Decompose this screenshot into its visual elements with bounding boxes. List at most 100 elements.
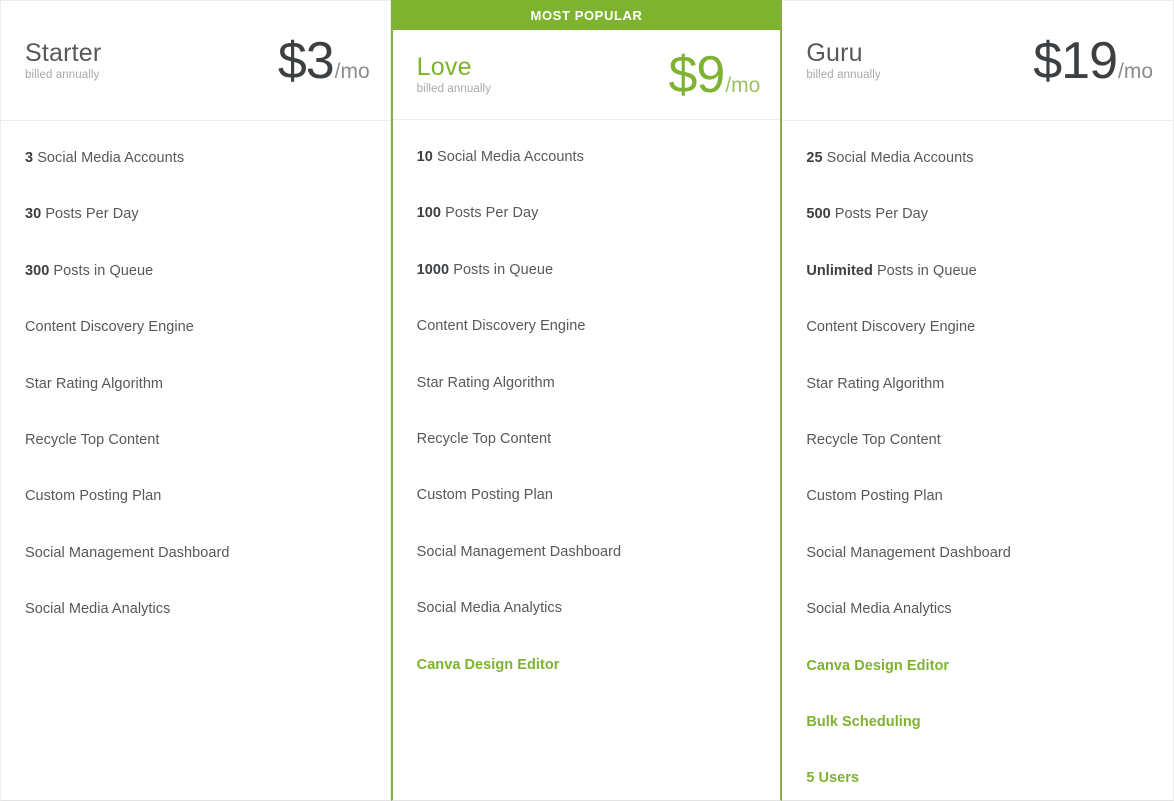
plan-column-starter: Starter billed annually $3/mo 3 Social Medi… xyxy=(0,0,391,801)
feature-item: Star Rating Algorithm xyxy=(417,369,757,398)
feature-item: Social Management Dashboard xyxy=(25,539,366,568)
feature-item: Social Management Dashboard xyxy=(417,538,757,567)
plan-identity: Guru billed annually xyxy=(806,38,881,82)
plan-price-amount: $3 xyxy=(277,31,335,90)
feature-item: 25 Social Media Accounts xyxy=(806,144,1149,173)
feature-item: Social Media Analytics xyxy=(25,595,366,624)
plan-price: $9/mo xyxy=(668,49,760,101)
plan-price: $19/mo xyxy=(1033,35,1153,87)
feature-label: Star Rating Algorithm xyxy=(416,374,555,391)
feature-item: 3 Social Media Accounts xyxy=(25,144,366,173)
feature-list: 25 Social Media Accounts 500 Posts Per Da… xyxy=(782,121,1173,800)
feature-label: Posts in Queue xyxy=(449,261,554,278)
feature-label: Star Rating Algorithm xyxy=(806,375,945,392)
feature-label: Canva Design Editor xyxy=(806,657,950,674)
feature-label: 5 Users xyxy=(806,770,860,787)
feature-item: 30 Posts Per Day xyxy=(25,200,366,229)
feature-item: Recycle Top Content xyxy=(25,426,366,455)
feature-item: Social Media Analytics xyxy=(417,594,757,623)
feature-label: Custom Posting Plan xyxy=(416,487,554,504)
feature-item: Custom Posting Plan xyxy=(806,482,1149,511)
feature-quantity: 1000 xyxy=(416,261,450,278)
feature-item: 500 Posts Per Day xyxy=(806,200,1149,229)
feature-item: Star Rating Algorithm xyxy=(806,370,1149,399)
feature-list: 3 Social Media Accounts 30 Posts Per Day 3… xyxy=(1,121,390,800)
feature-label: Content Discovery Engine xyxy=(25,319,194,336)
feature-item: Social Media Analytics xyxy=(806,595,1149,624)
plan-price-amount: $19 xyxy=(1033,31,1118,90)
feature-item: Canva Design Editor xyxy=(417,651,757,680)
plan-price: $3/mo xyxy=(278,35,370,87)
plan-price-period: /mo xyxy=(725,73,761,97)
feature-item: Star Rating Algorithm xyxy=(25,370,366,399)
pricing-table: Starter billed annually $3/mo 3 Social Medi… xyxy=(0,0,1174,801)
feature-quantity: Unlimited xyxy=(806,262,873,279)
plan-price-period: /mo xyxy=(334,59,370,83)
feature-quantity: 300 xyxy=(25,262,50,279)
feature-quantity: 25 xyxy=(806,150,823,166)
feature-item: 10 Social Media Accounts xyxy=(417,143,757,172)
feature-label: Star Rating Algorithm xyxy=(25,375,164,392)
feature-label: Social Media Analytics xyxy=(25,601,171,618)
feature-item: Custom Posting Plan xyxy=(25,482,366,511)
feature-item: 1000 Posts in Queue xyxy=(417,256,757,285)
feature-label: Bulk Scheduling xyxy=(806,713,921,730)
most-popular-badge: MOST POPULAR xyxy=(392,0,781,30)
feature-label: Posts in Queue xyxy=(49,262,154,279)
feature-label: Content Discovery Engine xyxy=(806,319,976,336)
plan-name: Love xyxy=(416,52,472,81)
feature-label: Social Media Accounts xyxy=(33,150,185,166)
feature-item: Content Discovery Engine xyxy=(25,313,366,342)
feature-label: Custom Posting Plan xyxy=(806,488,943,505)
plan-header: Starter billed annually $3/mo xyxy=(1,1,390,121)
feature-item: 5 Users xyxy=(806,764,1149,793)
plan-name: Guru xyxy=(806,38,863,67)
feature-item: 100 Posts Per Day xyxy=(417,199,757,228)
feature-label: Social Management Dashboard xyxy=(416,543,622,560)
feature-label: Posts Per Day xyxy=(830,206,929,223)
feature-label: Social Media Accounts xyxy=(432,149,584,165)
plan-identity: Starter billed annually xyxy=(25,38,102,82)
feature-quantity: 500 xyxy=(806,206,831,223)
feature-item: Canva Design Editor xyxy=(806,652,1149,681)
plan-column-guru: Guru billed annually $19/mo 25 Social Media… xyxy=(782,0,1174,801)
feature-label: Canva Design Editor xyxy=(416,656,560,673)
plan-billing-note: billed annually xyxy=(25,69,100,82)
feature-label: Recycle Top Content xyxy=(25,431,160,448)
feature-label: Content Discovery Engine xyxy=(416,318,586,335)
feature-quantity: 3 xyxy=(25,150,34,166)
feature-label: Social Media Accounts xyxy=(822,150,974,166)
feature-label: Social Management Dashboard xyxy=(25,544,230,561)
feature-label: Social Media Analytics xyxy=(806,601,952,618)
feature-quantity: 10 xyxy=(416,149,433,165)
feature-item: 300 Posts in Queue xyxy=(25,257,366,286)
plan-billing-note: billed annually xyxy=(416,83,492,96)
feature-item: Bulk Scheduling xyxy=(806,708,1149,737)
feature-label: Recycle Top Content xyxy=(806,431,941,448)
plan-price-period: /mo xyxy=(1118,59,1154,83)
feature-item: Social Management Dashboard xyxy=(806,539,1149,568)
feature-item: Recycle Top Content xyxy=(417,425,757,454)
feature-item: Content Discovery Engine xyxy=(806,313,1149,342)
plan-column-love: MOST POPULAR Love billed annually $9/mo 10 S… xyxy=(390,0,783,801)
feature-label: Social Management Dashboard xyxy=(806,544,1011,561)
feature-quantity: 100 xyxy=(416,205,442,222)
feature-label: Posts in Queue xyxy=(872,262,977,279)
feature-item: Recycle Top Content xyxy=(806,426,1149,455)
feature-label: Posts Per Day xyxy=(441,205,539,222)
feature-label: Posts Per Day xyxy=(41,206,139,223)
plan-price-amount: $9 xyxy=(668,45,725,104)
plan-billing-note: billed annually xyxy=(806,69,881,82)
plan-name: Starter xyxy=(25,38,102,67)
feature-label: Recycle Top Content xyxy=(416,430,552,447)
feature-list: 10 Social Media Accounts 100 Posts Per Da… xyxy=(393,120,781,800)
feature-label: Social Media Analytics xyxy=(416,600,563,617)
feature-label: Custom Posting Plan xyxy=(25,488,162,505)
feature-quantity: 30 xyxy=(25,206,42,223)
plan-header: Guru billed annually $19/mo xyxy=(782,1,1174,121)
feature-item: Custom Posting Plan xyxy=(417,481,757,510)
feature-item: Content Discovery Engine xyxy=(417,312,757,341)
plan-header: Love billed annually $9/mo xyxy=(392,30,781,120)
feature-item: Unlimited Posts in Queue xyxy=(806,257,1149,286)
plan-identity: Love billed annually xyxy=(416,52,492,96)
